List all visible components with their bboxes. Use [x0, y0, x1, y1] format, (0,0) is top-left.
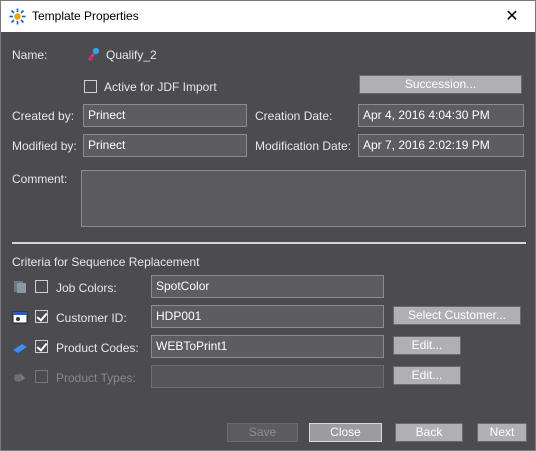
close-button[interactable]: Close — [309, 423, 382, 442]
customer-card-icon — [12, 311, 28, 324]
job-colors-field[interactable]: SpotColor — [151, 275, 384, 298]
product-types-checkbox[interactable] — [35, 370, 48, 383]
created-by-label: Created by: — [12, 109, 75, 123]
product-codes-field[interactable]: WEBToPrint1 — [151, 335, 384, 358]
modified-by-field[interactable]: Prinect — [83, 134, 247, 157]
product-codes-icon — [13, 344, 27, 354]
window-title: Template Properties — [32, 9, 139, 23]
template-person-icon — [88, 47, 100, 61]
creation-date-field[interactable]: Apr 4, 2016 4:04:30 PM — [358, 104, 524, 127]
comment-label: Comment: — [12, 172, 68, 186]
product-codes-label: Product Codes: — [56, 341, 139, 355]
criteria-heading: Criteria for Sequence Replacement — [12, 255, 200, 269]
close-icon[interactable]: ✕ — [489, 1, 535, 32]
job-colors-label: Job Colors: — [56, 281, 117, 295]
customer-id-field[interactable]: HDP001 — [151, 305, 384, 328]
next-button[interactable]: Next — [477, 423, 527, 442]
title-bar: Template Properties ✕ — [1, 1, 535, 32]
creation-date-label: Creation Date: — [255, 109, 333, 123]
created-by-field[interactable]: Prinect — [83, 104, 247, 127]
section-separator — [12, 242, 526, 244]
comment-textarea[interactable] — [81, 170, 526, 227]
template-properties-icon — [9, 8, 26, 25]
back-button[interactable]: Back — [395, 423, 463, 442]
product-types-icon — [14, 373, 25, 382]
template-properties-dialog: Template Properties ✕ Name: Qualify_2 Ac… — [0, 0, 536, 451]
product-types-field[interactable] — [151, 365, 384, 388]
succession-button[interactable]: Succession... — [359, 75, 522, 94]
job-colors-icon — [14, 281, 26, 293]
modification-date-field[interactable]: Apr 7, 2016 2:02:19 PM — [358, 134, 524, 157]
product-codes-checkbox[interactable] — [35, 340, 48, 353]
modified-by-label: Modified by: — [12, 139, 77, 153]
modification-date-label: Modification Date: — [255, 139, 352, 153]
product-types-label: Product Types: — [56, 371, 136, 385]
select-customer-button[interactable]: Select Customer... — [393, 306, 521, 325]
edit-product-types-button[interactable]: Edit... — [393, 366, 461, 385]
active-jdf-label: Active for JDF Import — [104, 80, 217, 94]
name-label: Name: — [12, 48, 48, 62]
customer-id-checkbox[interactable] — [35, 310, 48, 323]
save-button[interactable]: Save — [227, 423, 298, 442]
edit-product-codes-button[interactable]: Edit... — [393, 336, 461, 355]
name-value: Qualify_2 — [106, 48, 157, 62]
dialog-content: Name: Qualify_2 Active for JDF Import Su… — [1, 32, 535, 450]
active-jdf-checkbox[interactable] — [84, 80, 97, 93]
job-colors-checkbox[interactable] — [35, 280, 48, 293]
customer-id-label: Customer ID: — [56, 311, 127, 325]
